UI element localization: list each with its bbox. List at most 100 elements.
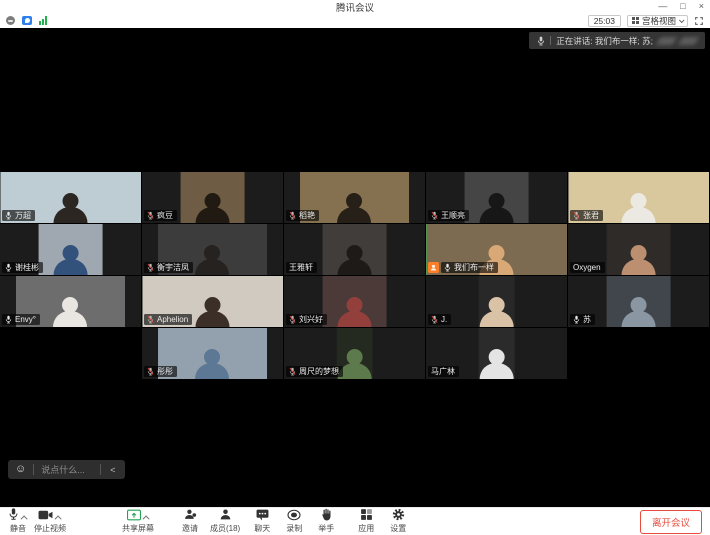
mic-on-icon [5, 263, 12, 272]
blurred-name [656, 37, 677, 45]
participant-tile[interactable]: 周尺的梦想 [284, 328, 425, 379]
chevron-down-icon [679, 17, 685, 23]
participant-label: Aphelion [144, 314, 192, 325]
participant-label: 疯豆 [144, 210, 177, 221]
host-badge-icon [428, 262, 439, 273]
chevron-up-icon[interactable] [21, 515, 28, 522]
participant-name: 苏 [583, 315, 591, 324]
view-mode-selector[interactable]: 宫格视图 [627, 15, 688, 27]
video-feed [478, 328, 515, 379]
video-feed [38, 224, 103, 275]
participant-name: 稻艳 [299, 211, 315, 220]
participant-name: 刘兴好 [299, 315, 323, 324]
participant-tile[interactable]: 苏 [568, 276, 709, 327]
participant-tile[interactable]: 衡宇洁凤 [142, 224, 283, 275]
mic-on-icon [444, 263, 451, 272]
close-button[interactable]: × [699, 0, 704, 13]
silhouette-body [337, 311, 371, 327]
participant-name: J. [441, 315, 447, 324]
video-feed [322, 224, 387, 275]
participant-label: 马广林 [428, 366, 459, 377]
participant-name: 张君 [583, 211, 599, 220]
silhouette-body [338, 207, 372, 223]
participant-name: 王顺亮 [441, 211, 465, 220]
participant-name: Aphelion [157, 315, 188, 324]
invite-button[interactable]: 邀请 [182, 510, 198, 533]
participant-label: 谢桂彬 [2, 262, 43, 273]
video-feed [464, 172, 529, 223]
collapse-chat-button[interactable]: < [108, 465, 117, 475]
participant-tile[interactable]: 马广林 [426, 328, 567, 379]
participant-tile[interactable]: 谢桂彬 [0, 224, 141, 275]
silhouette-body [195, 207, 229, 223]
participant-label: 稻艳 [286, 210, 319, 221]
participant-tile[interactable]: 刘兴好 [284, 276, 425, 327]
participant-tile[interactable]: Aphelion [142, 276, 283, 327]
participant-name: 彤彤 [157, 367, 173, 376]
participant-label: 苏 [570, 314, 595, 325]
network-signal-icon[interactable] [39, 16, 47, 25]
stop-video-button[interactable]: 停止视频 [34, 510, 66, 533]
participant-tile[interactable]: 疯豆 [142, 172, 283, 223]
participant-name: 疯豆 [157, 211, 173, 220]
fullscreen-icon[interactable] [694, 16, 704, 26]
participant-tile[interactable]: Oxygen [568, 224, 709, 275]
window-controls: — □ × [658, 0, 704, 13]
mic-icon [537, 36, 545, 46]
emoji-icon[interactable]: ☺ [15, 460, 26, 479]
window-titlebar: 腾讯会议 — □ × [0, 0, 710, 13]
members-button[interactable]: 成员(18) [210, 510, 240, 533]
grid-view-icon [632, 17, 639, 24]
raise-hand-button[interactable]: 举手 [318, 510, 334, 533]
participant-tile[interactable]: 王顺亮 [426, 172, 567, 223]
participant-tile[interactable]: 彤彤 [142, 328, 283, 379]
participant-name: Envy° [15, 315, 36, 324]
meeting-info-icon[interactable] [6, 16, 15, 25]
participant-label: 我们布一样 [428, 262, 498, 273]
minimize-button[interactable]: — [658, 0, 667, 13]
participant-tile[interactable]: 王雅轩 [284, 224, 425, 275]
video-grid: 万超 疯豆 [0, 172, 710, 379]
mic-muted-icon [147, 315, 154, 324]
participant-name: 我们布一样 [454, 263, 494, 272]
record-button[interactable]: 录制 [286, 510, 302, 533]
security-shield-icon[interactable] [22, 16, 32, 25]
maximize-button[interactable]: □ [680, 0, 685, 13]
chevron-up-icon[interactable] [142, 515, 149, 522]
settings-button[interactable]: 设置 [390, 510, 406, 533]
share-screen-button[interactable]: 共享屏幕 [122, 510, 154, 533]
view-mode-label: 宫格视图 [642, 15, 676, 27]
video-feed [180, 172, 245, 223]
participant-tile[interactable]: J. [426, 276, 567, 327]
chat-quick-bar: ☺ 说点什么... < [8, 460, 125, 479]
leave-meeting-button[interactable]: 离开会议 [640, 510, 702, 534]
participant-tile[interactable]: 万超 [0, 172, 141, 223]
silhouette-body [196, 259, 230, 275]
participant-tile[interactable]: 张君 [568, 172, 709, 223]
participant-label: 王顺亮 [428, 210, 469, 221]
participant-tile[interactable]: 稻艳 [284, 172, 425, 223]
mic-muted-icon [147, 367, 154, 376]
participant-tile[interactable]: 我们布一样 [426, 224, 567, 275]
participant-name: 万超 [15, 211, 31, 220]
participant-label: 万超 [2, 210, 35, 221]
chat-input[interactable]: 说点什么... [41, 463, 93, 476]
participant-name: 谢桂彬 [15, 263, 39, 272]
mic-muted-icon [147, 263, 154, 272]
silhouette-body [622, 207, 656, 223]
chat-button[interactable]: 聊天 [254, 510, 270, 533]
video-feed [606, 224, 671, 275]
participant-tile[interactable]: Envy° [0, 276, 141, 327]
mic-muted-icon [289, 211, 296, 220]
participant-name: 王雅轩 [289, 263, 313, 272]
silhouette-body [196, 363, 230, 379]
participant-label: 彤彤 [144, 366, 177, 377]
meeting-header-bar: 25:03 宫格视图 [0, 13, 710, 28]
mute-button[interactable]: 静音 [8, 510, 28, 533]
participant-name: 周尺的梦想 [299, 367, 339, 376]
silhouette-body [621, 311, 655, 327]
apps-button[interactable]: 应用 [358, 510, 374, 533]
mic-on-icon [5, 315, 12, 324]
chevron-up-icon[interactable] [55, 515, 62, 522]
mic-on-icon [5, 211, 12, 220]
